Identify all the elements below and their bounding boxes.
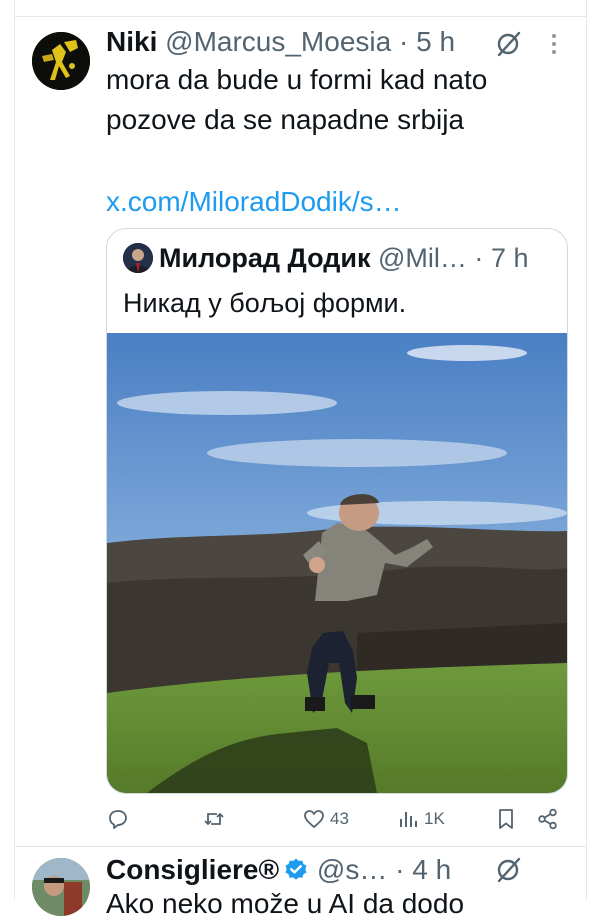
like-count: 43 — [330, 809, 349, 828]
grok-icon[interactable] — [494, 856, 522, 884]
next-author-avatar[interactable] — [32, 858, 90, 916]
quoted-video[interactable] — [107, 333, 567, 793]
quoted-author-handle[interactable]: @Mil… — [378, 243, 467, 273]
separator-dot: · — [398, 26, 409, 57]
right-rail — [586, 0, 600, 900]
author-name[interactable]: Niki — [106, 26, 157, 57]
more-options-icon[interactable] — [548, 32, 560, 56]
tweet-text-line-2: pozove da se napadne srbija — [106, 104, 465, 135]
quoted-time[interactable]: 7 h — [491, 243, 529, 273]
tweet-text: mora da bude u formi kad nato pozove da … — [106, 60, 576, 140]
author-avatar[interactable] — [32, 32, 90, 90]
next-author-handle[interactable]: @s… — [317, 854, 387, 885]
left-rail — [0, 0, 15, 900]
tweet-link[interactable]: x.com/MiloradDodik/s… — [106, 182, 402, 222]
next-author-name[interactable]: Consigliere® — [106, 854, 279, 885]
quoted-header: Милорад Додик @Mil… · 7 h — [159, 241, 528, 275]
action-bar: 43 1K — [106, 802, 566, 836]
repost-icon — [204, 812, 224, 826]
author-handle[interactable]: @Marcus_Moesia — [165, 26, 391, 57]
quoted-separator-dot: · — [474, 243, 484, 273]
next-separator-dot: · — [395, 854, 405, 885]
views-count: 1K — [424, 809, 445, 828]
next-tweet-text: Ako neko može u AI da dodo — [106, 888, 465, 919]
like-button[interactable]: 43 — [302, 802, 349, 836]
tweet-time[interactable]: 5 h — [416, 26, 455, 57]
share-button[interactable] — [536, 802, 560, 836]
tweet-text-line-1: mora da bude u formi kad nato — [106, 64, 488, 95]
bookmark-icon — [499, 809, 513, 829]
share-icon — [538, 808, 557, 830]
views-icon — [400, 812, 417, 827]
next-tweet-time[interactable]: 4 h — [412, 854, 451, 885]
bookmark-button[interactable] — [494, 802, 518, 836]
grok-icon[interactable] — [494, 30, 522, 58]
quoted-author-avatar[interactable] — [123, 243, 153, 273]
top-divider — [14, 16, 586, 17]
verified-badge-icon — [285, 858, 307, 880]
reply-icon — [109, 810, 127, 829]
quoted-tweet[interactable]: Милорад Додик @Mil… · 7 h Никад у бољој … — [106, 228, 568, 794]
reply-button[interactable] — [106, 802, 130, 836]
quoted-text: Никад у бољој форми. — [123, 288, 407, 318]
views-button[interactable]: 1K — [396, 802, 445, 836]
quoted-author-name[interactable]: Милорад Додик — [159, 243, 370, 273]
tweet-divider — [14, 846, 586, 847]
heart-icon — [304, 810, 324, 828]
repost-button[interactable] — [202, 802, 226, 836]
